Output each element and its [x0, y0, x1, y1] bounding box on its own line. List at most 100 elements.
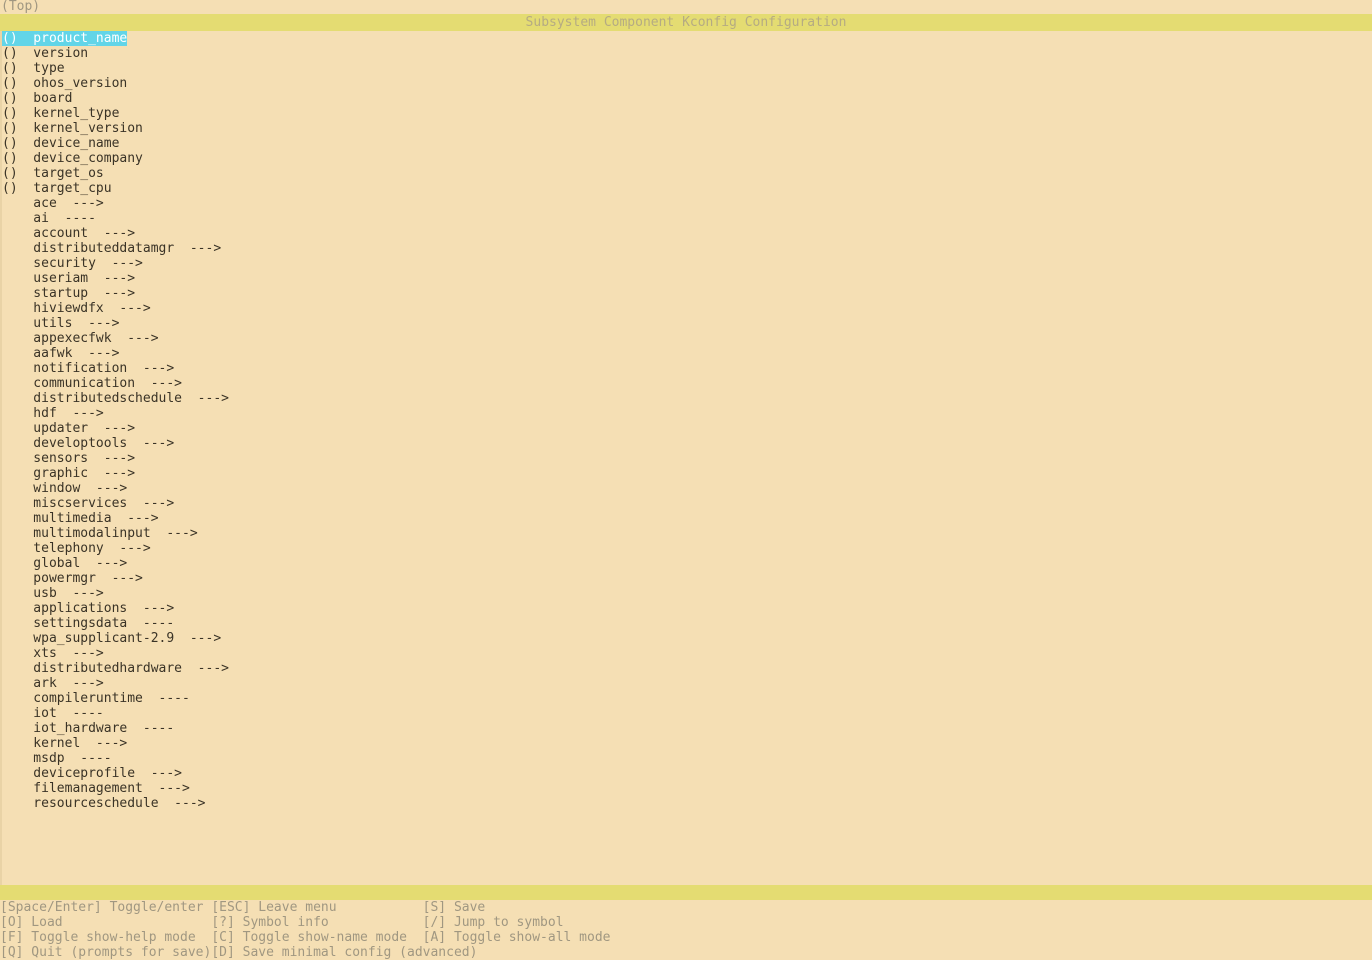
menu-item-distributedhardware[interactable]: distributedhardware --->	[2, 661, 1372, 676]
menu-item-text: () board	[2, 91, 73, 106]
menu-item-powermgr[interactable]: powermgr --->	[2, 571, 1372, 586]
menu-item-text: () target_cpu	[2, 181, 112, 196]
menu-item-ark[interactable]: ark --->	[2, 676, 1372, 691]
menu-item-telephony[interactable]: telephony --->	[2, 541, 1372, 556]
menu-item-text: global --->	[2, 556, 128, 571]
menu-item-product-name[interactable]: () product_name	[2, 31, 1372, 46]
menu-item-text: applications --->	[2, 601, 175, 616]
menu-item-text: distributedschedule --->	[2, 391, 229, 406]
menu-item-hiviewdfx[interactable]: hiviewdfx --->	[2, 301, 1372, 316]
menu-item-kernel[interactable]: kernel --->	[2, 736, 1372, 751]
menu-item-updater[interactable]: updater --->	[2, 421, 1372, 436]
menu-item-resourceschedule[interactable]: resourceschedule --->	[2, 796, 1372, 811]
menu-item-target-cpu[interactable]: () target_cpu	[2, 181, 1372, 196]
menu-item-ohos-version[interactable]: () ohos_version	[2, 76, 1372, 91]
menu-item-xts[interactable]: xts --->	[2, 646, 1372, 661]
menu-item-usb[interactable]: usb --->	[2, 586, 1372, 601]
menu-item-distributedschedule[interactable]: distributedschedule --->	[2, 391, 1372, 406]
menu-item-text: hiviewdfx --->	[2, 301, 151, 316]
help-row: [Q] Quit (prompts for save)[D] Save mini…	[0, 945, 478, 960]
menu-item-multimodalinput[interactable]: multimodalinput --->	[2, 526, 1372, 541]
menu-item-ai[interactable]: ai ----	[2, 211, 1372, 226]
keyboard-help-panel: [Space/Enter] Toggle/enter [ESC] Leave m…	[0, 900, 1372, 960]
menu-item-kernel-version[interactable]: () kernel_version	[2, 121, 1372, 136]
menu-item-iot-hardware[interactable]: iot_hardware ----	[2, 721, 1372, 736]
menu-item-compileruntime[interactable]: compileruntime ----	[2, 691, 1372, 706]
menu-item-text: sensors --->	[2, 451, 136, 466]
menu-item-account[interactable]: account --->	[2, 226, 1372, 241]
menu-item-miscservices[interactable]: miscservices --->	[2, 496, 1372, 511]
menu-item-text: graphic --->	[2, 466, 136, 481]
menu-item-text: hdf --->	[2, 406, 104, 421]
menu-item-text: utils --->	[2, 316, 120, 331]
menu-item-text: appexecfwk --->	[2, 331, 159, 346]
help-separator-bar	[0, 885, 1372, 900]
menu-item-text: resourceschedule --->	[2, 796, 206, 811]
menu-item-text: multimodalinput --->	[2, 526, 198, 541]
menu-item-text: () device_company	[2, 151, 143, 166]
menu-item-text: window --->	[2, 481, 128, 496]
menu-item-kernel-type[interactable]: () kernel_type	[2, 106, 1372, 121]
menu-item-deviceprofile[interactable]: deviceprofile --->	[2, 766, 1372, 781]
menu-item-device-company[interactable]: () device_company	[2, 151, 1372, 166]
menu-item-text: account --->	[2, 226, 136, 241]
menu-item-text: () ohos_version	[2, 76, 128, 91]
menu-item-settingsdata[interactable]: settingsdata ----	[2, 616, 1372, 631]
menu-item-startup[interactable]: startup --->	[2, 286, 1372, 301]
menu-item-text: () kernel_version	[2, 121, 143, 136]
menu-item-distributeddatamgr[interactable]: distributeddatamgr --->	[2, 241, 1372, 256]
menu-item-text: deviceprofile --->	[2, 766, 183, 781]
menu-item-applications[interactable]: applications --->	[2, 601, 1372, 616]
menu-item-version[interactable]: () version	[2, 46, 1372, 61]
menu-item-ace[interactable]: ace --->	[2, 196, 1372, 211]
menu-item-text: distributeddatamgr --->	[2, 241, 222, 256]
kconfig-menuconfig-screen: (Top) Subsystem Component Kconfig Config…	[0, 0, 1372, 960]
menu-item-type[interactable]: () type	[2, 61, 1372, 76]
menu-item-target-os[interactable]: () target_os	[2, 166, 1372, 181]
menu-item-window[interactable]: window --->	[2, 481, 1372, 496]
menu-item-text: security --->	[2, 256, 143, 271]
menu-item-device-name[interactable]: () device_name	[2, 136, 1372, 151]
menu-item-text: () target_os	[2, 166, 104, 181]
menu-item-aafwk[interactable]: aafwk --->	[2, 346, 1372, 361]
menu-item-text: aafwk --->	[2, 346, 120, 361]
menu-item-developtools[interactable]: developtools --->	[2, 436, 1372, 451]
menu-item-notification[interactable]: notification --->	[2, 361, 1372, 376]
title-bar: Subsystem Component Kconfig Configuratio…	[0, 14, 1372, 31]
menu-item-wpa-supplicant-2-9[interactable]: wpa_supplicant-2.9 --->	[2, 631, 1372, 646]
menu-item-multimedia[interactable]: multimedia --->	[2, 511, 1372, 526]
menu-item-text: miscservices --->	[2, 496, 175, 511]
menu-item-utils[interactable]: utils --->	[2, 316, 1372, 331]
menu-item-text: developtools --->	[2, 436, 175, 451]
menu-item-appexecfwk[interactable]: appexecfwk --->	[2, 331, 1372, 346]
menu-item-board[interactable]: () board	[2, 91, 1372, 106]
menu-item-text: communication --->	[2, 376, 183, 391]
menu-item-communication[interactable]: communication --->	[2, 376, 1372, 391]
menu-item-text: () device_name	[2, 136, 120, 151]
page-title: Subsystem Component Kconfig Configuratio…	[525, 15, 847, 30]
menu-item-text: useriam --->	[2, 271, 136, 286]
menu-item-text: iot_hardware ----	[2, 721, 175, 736]
menu-item-hdf[interactable]: hdf --->	[2, 406, 1372, 421]
menu-item-sensors[interactable]: sensors --->	[2, 451, 1372, 466]
help-row: [Space/Enter] Toggle/enter [ESC] Leave m…	[0, 900, 486, 915]
menu-item-text: msdp ----	[2, 751, 112, 766]
menu-item-graphic[interactable]: graphic --->	[2, 466, 1372, 481]
menu-item-text: powermgr --->	[2, 571, 143, 586]
menu-item-iot[interactable]: iot ----	[2, 706, 1372, 721]
menu-item-useriam[interactable]: useriam --->	[2, 271, 1372, 286]
menu-item-text: telephony --->	[2, 541, 151, 556]
menu-item-filemanagement[interactable]: filemanagement --->	[2, 781, 1372, 796]
menu-item-text: wpa_supplicant-2.9 --->	[2, 631, 222, 646]
menu-item-security[interactable]: security --->	[2, 256, 1372, 271]
help-row: [O] Load [?] Symbol info [/] Jump to sym…	[0, 915, 564, 930]
menu-item-msdp[interactable]: msdp ----	[2, 751, 1372, 766]
menu-item-text: ace --->	[2, 196, 104, 211]
menu-item-text: filemanagement --->	[2, 781, 190, 796]
menu-item-global[interactable]: global --->	[2, 556, 1372, 571]
config-menu-list[interactable]: () product_name() version() type() ohos_…	[0, 31, 1372, 885]
menu-item-text: multimedia --->	[2, 511, 159, 526]
menu-item-text: notification --->	[2, 361, 175, 376]
menu-item-text: xts --->	[2, 646, 104, 661]
menu-item-text: () version	[2, 46, 89, 61]
